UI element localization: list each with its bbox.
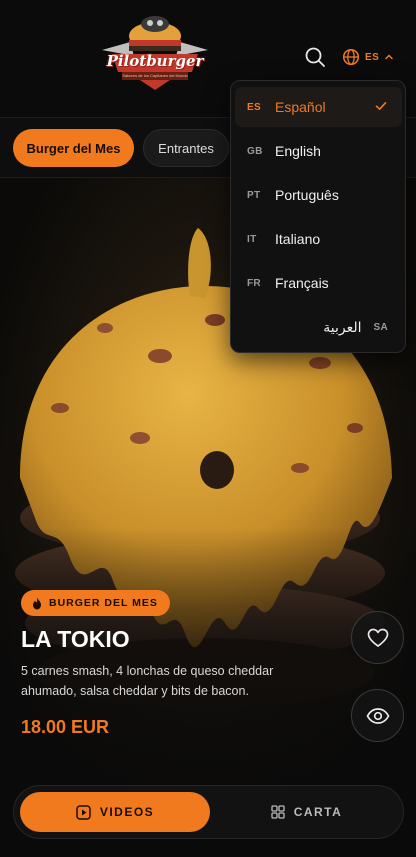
product-price: 18.00 EUR bbox=[21, 717, 110, 737]
brand-logo[interactable]: Pilotburger Sabores de los Capitanes del… bbox=[100, 10, 210, 92]
chevron-up-icon bbox=[385, 54, 394, 60]
search-button[interactable] bbox=[302, 44, 328, 70]
logo-emblem bbox=[102, 16, 208, 90]
bottom-navigation: VIDEOS CARTA bbox=[13, 785, 404, 839]
language-option-es[interactable]: ES Español bbox=[235, 87, 402, 127]
product-description: 5 carnes smash, 4 lonchas de queso chedd… bbox=[21, 664, 274, 698]
grid-icon bbox=[271, 805, 285, 819]
language-selector[interactable]: ES bbox=[342, 46, 394, 68]
logo-tagline: Sabores de los Capitanes del Mundo bbox=[122, 73, 188, 78]
language-option-gb[interactable]: GB English bbox=[235, 131, 402, 171]
badge-label: BURGER DEL MES bbox=[49, 597, 158, 609]
language-option-label: Italiano bbox=[275, 231, 321, 247]
language-option-code: GB bbox=[247, 145, 263, 157]
product-title: LA TOKIO bbox=[21, 626, 130, 652]
burger-of-month-badge: BURGER DEL MES bbox=[21, 590, 170, 616]
play-square-icon bbox=[76, 804, 91, 820]
favorite-button[interactable] bbox=[351, 611, 404, 664]
videos-label: VIDEOS bbox=[99, 805, 155, 819]
language-option-label: Français bbox=[275, 275, 329, 291]
heart-icon bbox=[367, 628, 388, 647]
language-option-code: FR bbox=[247, 277, 261, 289]
language-option-label: Português bbox=[275, 187, 339, 203]
language-option-label: Español bbox=[275, 99, 326, 115]
language-option-code: IT bbox=[247, 233, 257, 245]
language-code: ES bbox=[365, 51, 380, 63]
carta-label: CARTA bbox=[293, 805, 343, 819]
tab-burger-del-mes[interactable]: Burger del Mes bbox=[13, 129, 134, 167]
language-option-code: SA bbox=[373, 321, 388, 333]
language-option-it[interactable]: IT Italiano bbox=[235, 219, 402, 259]
globe-icon bbox=[342, 48, 360, 66]
language-option-pt[interactable]: PT Português bbox=[235, 175, 402, 215]
videos-button[interactable]: VIDEOS bbox=[20, 792, 210, 832]
check-icon bbox=[375, 102, 387, 110]
language-option-code: ES bbox=[247, 101, 261, 113]
carta-button[interactable]: CARTA bbox=[214, 792, 399, 832]
search-icon bbox=[305, 47, 325, 67]
language-option-label: English bbox=[275, 143, 321, 159]
language-menu: ES Español GB English PT Português IT It… bbox=[230, 80, 406, 353]
language-option-code: PT bbox=[247, 189, 261, 201]
tab-entrantes[interactable]: Entrantes bbox=[143, 129, 229, 167]
logo-wordmark: Pilotburger bbox=[106, 52, 204, 70]
language-option-fr[interactable]: FR Français bbox=[235, 263, 402, 303]
view-button[interactable] bbox=[351, 689, 404, 742]
language-option-sa[interactable]: SA العربية bbox=[235, 307, 402, 347]
language-option-label: العربية bbox=[323, 318, 362, 335]
eye-icon bbox=[366, 707, 389, 724]
flame-icon bbox=[33, 597, 41, 609]
